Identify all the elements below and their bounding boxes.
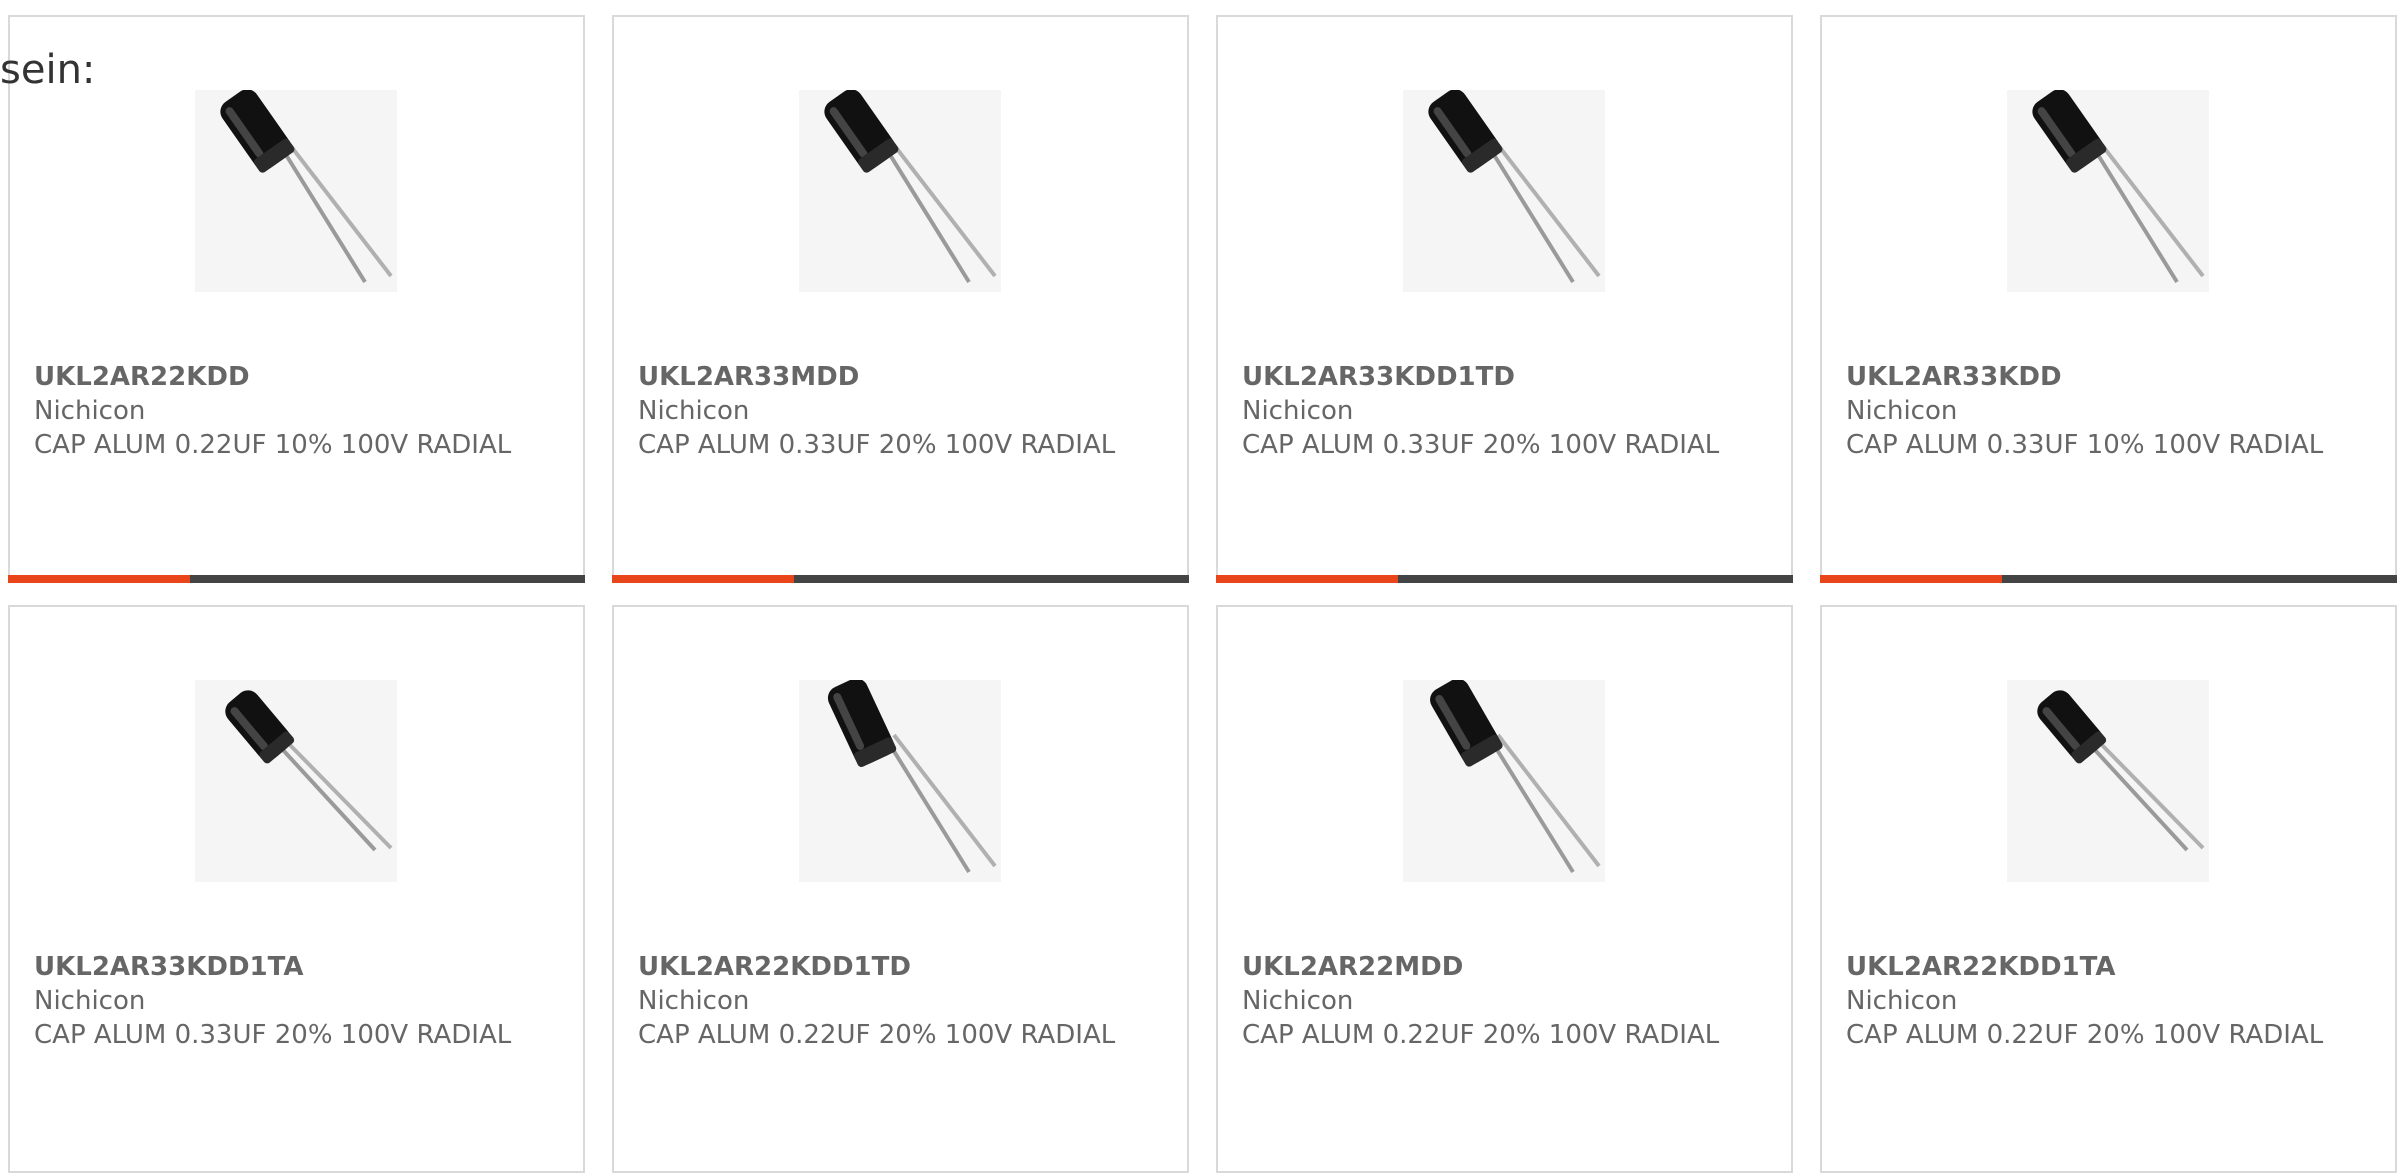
card-bar	[1216, 575, 1793, 583]
capacitor-icon	[1428, 90, 1601, 284]
part-number[interactable]: UKL2AR22MDD	[1242, 950, 1762, 984]
part-number[interactable]: UKL2AR33KDD1TD	[1242, 360, 1762, 394]
card-text: UKL2AR22KDD Nichicon CAP ALUM 0.22UF 10%…	[34, 360, 554, 462]
capacitor-image[interactable]	[799, 680, 1001, 882]
part-number[interactable]: UKL2AR33KDD	[1846, 360, 2366, 394]
product-card[interactable]: UKL2AR33KDD Nichicon CAP ALUM 0.33UF 10%…	[1820, 15, 2397, 583]
card-bar-accent	[1820, 575, 2002, 583]
card-text: UKL2AR33KDD1TD Nichicon CAP ALUM 0.33UF …	[1242, 360, 1762, 462]
manufacturer: Nichicon	[34, 986, 146, 1016]
product-card[interactable]: UKL2AR22KDD1TD Nichicon CAP ALUM 0.22UF …	[612, 605, 1189, 1173]
intro-text: sein:	[0, 47, 96, 93]
capacitor-image[interactable]	[195, 90, 397, 292]
capacitor-icon	[2032, 90, 2205, 284]
description: CAP ALUM 0.33UF 20% 100V RADIAL	[1242, 430, 1720, 460]
capacitor-icon	[824, 90, 997, 284]
capacitor-icon	[220, 90, 393, 284]
manufacturer: Nichicon	[638, 396, 750, 426]
product-card[interactable]: UKL2AR33KDD1TD Nichicon CAP ALUM 0.33UF …	[1216, 15, 1793, 583]
capacitor-icon	[827, 680, 997, 874]
product-card[interactable]: UKL2AR33KDD1TA Nichicon CAP ALUM 0.33UF …	[8, 605, 585, 1173]
capacitor-icon	[225, 690, 393, 852]
description: CAP ALUM 0.22UF 20% 100V RADIAL	[1846, 1020, 2324, 1050]
description: CAP ALUM 0.22UF 20% 100V RADIAL	[1242, 1020, 1720, 1050]
manufacturer: Nichicon	[1242, 986, 1354, 1016]
part-number[interactable]: UKL2AR33KDD1TA	[34, 950, 554, 984]
manufacturer: Nichicon	[34, 396, 146, 426]
part-number[interactable]: UKL2AR33MDD	[638, 360, 1158, 394]
part-number[interactable]: UKL2AR22KDD1TD	[638, 950, 1158, 984]
card-text: UKL2AR22KDD1TD Nichicon CAP ALUM 0.22UF …	[638, 950, 1158, 1052]
capacitor-image[interactable]	[2007, 680, 2209, 882]
description: CAP ALUM 0.33UF 10% 100V RADIAL	[1846, 430, 2324, 460]
part-number[interactable]: UKL2AR22KDD	[34, 360, 554, 394]
capacitor-image[interactable]	[2007, 90, 2209, 292]
description: CAP ALUM 0.33UF 20% 100V RADIAL	[34, 1020, 512, 1050]
card-bar-accent	[8, 575, 190, 583]
description: CAP ALUM 0.22UF 20% 100V RADIAL	[638, 1020, 1116, 1050]
product-card[interactable]: UKL2AR33MDD Nichicon CAP ALUM 0.33UF 20%…	[612, 15, 1189, 583]
card-text: UKL2AR22MDD Nichicon CAP ALUM 0.22UF 20%…	[1242, 950, 1762, 1052]
card-bar	[612, 575, 1189, 583]
product-card[interactable]: UKL2AR22MDD Nichicon CAP ALUM 0.22UF 20%…	[1216, 605, 1793, 1173]
part-number[interactable]: UKL2AR22KDD1TA	[1846, 950, 2366, 984]
capacitor-image[interactable]	[1403, 90, 1605, 292]
card-text: UKL2AR33KDD1TA Nichicon CAP ALUM 0.33UF …	[34, 950, 554, 1052]
capacitor-image[interactable]	[799, 90, 1001, 292]
card-text: UKL2AR22KDD1TA Nichicon CAP ALUM 0.22UF …	[1846, 950, 2366, 1052]
card-bar	[1820, 575, 2397, 583]
capacitor-icon	[2037, 690, 2205, 852]
card-text: UKL2AR33KDD Nichicon CAP ALUM 0.33UF 10%…	[1846, 360, 2366, 462]
card-bar-accent	[1216, 575, 1398, 583]
manufacturer: Nichicon	[638, 986, 750, 1016]
manufacturer: Nichicon	[1242, 396, 1354, 426]
capacitor-image[interactable]	[195, 680, 397, 882]
product-card[interactable]: UKL2AR22KDD1TA Nichicon CAP ALUM 0.22UF …	[1820, 605, 2397, 1173]
description: CAP ALUM 0.33UF 20% 100V RADIAL	[638, 430, 1116, 460]
manufacturer: Nichicon	[1846, 396, 1958, 426]
description: CAP ALUM 0.22UF 10% 100V RADIAL	[34, 430, 512, 460]
card-bar	[8, 575, 585, 583]
capacitor-icon	[1430, 680, 1601, 874]
card-bar-accent	[612, 575, 794, 583]
card-text: UKL2AR33MDD Nichicon CAP ALUM 0.33UF 20%…	[638, 360, 1158, 462]
manufacturer: Nichicon	[1846, 986, 1958, 1016]
capacitor-image[interactable]	[1403, 680, 1605, 882]
product-card[interactable]: UKL2AR22KDD Nichicon CAP ALUM 0.22UF 10%…	[8, 15, 585, 583]
